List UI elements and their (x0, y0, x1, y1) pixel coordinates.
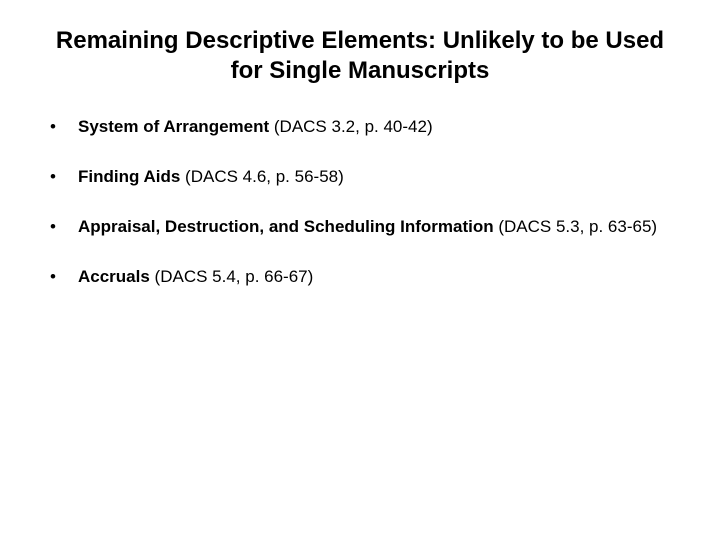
item-rest: (DACS 3.2, p. 40-42) (269, 117, 432, 136)
list-item: Finding Aids (DACS 4.6, p. 56-58) (50, 166, 680, 188)
list-item: Accruals (DACS 5.4, p. 66-67) (50, 266, 680, 288)
slide-title: Remaining Descriptive Elements: Unlikely… (40, 26, 680, 86)
item-lead: Accruals (78, 267, 150, 286)
item-lead: System of Arrangement (78, 117, 269, 136)
item-rest: (DACS 4.6, p. 56-58) (180, 167, 343, 186)
item-lead: Finding Aids (78, 167, 180, 186)
bullet-list: System of Arrangement (DACS 3.2, p. 40-4… (50, 116, 680, 288)
item-rest: (DACS 5.4, p. 66-67) (150, 267, 313, 286)
list-item: Appraisal, Destruction, and Scheduling I… (50, 216, 680, 238)
item-lead: Appraisal, Destruction, and Scheduling I… (78, 217, 494, 236)
item-rest: (DACS 5.3, p. 63-65) (494, 217, 657, 236)
list-item: System of Arrangement (DACS 3.2, p. 40-4… (50, 116, 680, 138)
slide: Remaining Descriptive Elements: Unlikely… (0, 0, 720, 540)
